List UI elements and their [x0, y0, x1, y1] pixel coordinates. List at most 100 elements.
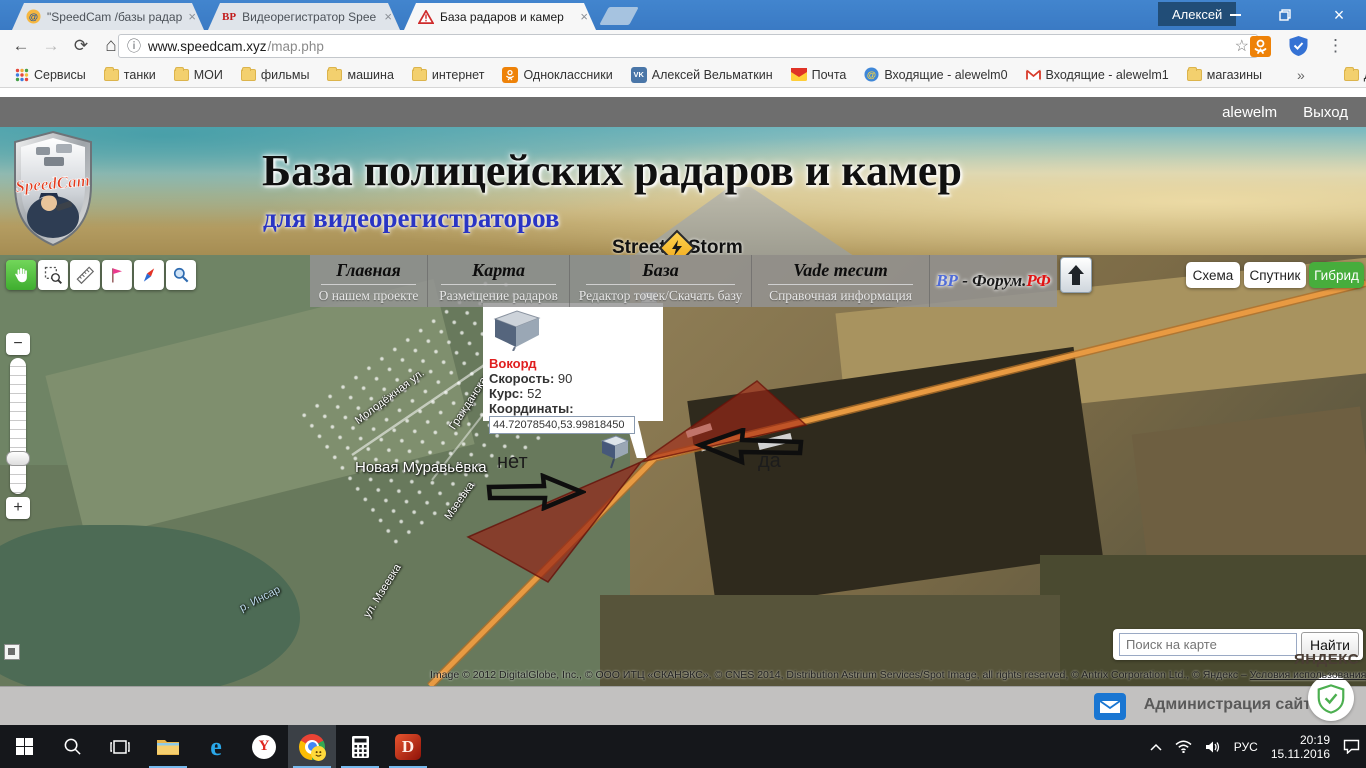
map-search-input[interactable]: [1119, 633, 1297, 656]
bookmark-apps[interactable]: Сервисы: [8, 68, 93, 82]
apps-grid-icon: [15, 68, 29, 82]
menu-item-forum[interactable]: ВР - Форум.РФ: [930, 255, 1057, 307]
folder-icon: [1344, 69, 1359, 81]
bookmark-folder-tanki[interactable]: танки: [97, 68, 163, 82]
yandex-logo[interactable]: ЯНДЕКС: [1294, 651, 1359, 668]
map-type-hybrid-button[interactable]: Гибрид: [1309, 262, 1364, 288]
bookmark-pochta[interactable]: Почта: [784, 68, 854, 82]
bookmark-folder-mashina[interactable]: машина: [320, 68, 400, 82]
username[interactable]: alewelm: [1222, 104, 1277, 121]
web-page: alewelm Выход SpeedCam База полицейских …: [0, 89, 1366, 725]
zoom-in-button[interactable]: +: [6, 497, 30, 519]
bookmark-label: Почта: [812, 68, 847, 82]
taskbar-clock[interactable]: 20:19 15.11.2016: [1271, 733, 1330, 761]
scroll-top-button[interactable]: [1060, 257, 1092, 293]
ok-icon: [502, 67, 518, 83]
browser-tab-2[interactable]: ВР Видеорегистратор Spee ×: [208, 3, 400, 30]
tab-title: Видеорегистратор Spee: [242, 10, 376, 24]
bookmark-folder-moi[interactable]: МОИ: [167, 68, 230, 82]
zoom-slider-handle[interactable]: [6, 451, 30, 466]
browser-tab-3-active[interactable]: База радаров и камер ×: [404, 3, 596, 30]
window-restore-button[interactable]: [1262, 0, 1308, 30]
other-bookmarks[interactable]: Другие закладки: [1337, 68, 1366, 82]
browser-tab-1[interactable]: @ "SpeedCam /базы радар ×: [12, 3, 204, 30]
window-minimize-button[interactable]: [1212, 0, 1258, 30]
bookmark-label: МОИ: [194, 68, 223, 82]
site-subtitle: для видеорегистраторов: [263, 203, 560, 234]
menu-item-karta[interactable]: Карта Размещение радаров: [428, 255, 570, 307]
menu-title: Vade mecum: [752, 260, 929, 281]
start-button[interactable]: [0, 725, 48, 768]
address-bar[interactable]: ⓘ www.speedcam.xyz/map.php ☆: [118, 34, 1258, 58]
taskbar-search-button[interactable]: [48, 725, 96, 768]
search-tool-button[interactable]: [166, 260, 196, 290]
minimap-toggle[interactable]: [4, 644, 20, 660]
window-close-button[interactable]: ×: [1316, 0, 1362, 30]
logout-link[interactable]: Выход: [1303, 104, 1348, 121]
bookmark-label: Входящие - alewelm0: [884, 68, 1007, 82]
annotation-net: нет: [497, 451, 528, 474]
page-info-icon[interactable]: ⓘ: [127, 36, 141, 56]
shield-extension-icon[interactable]: [1286, 34, 1310, 58]
back-icon[interactable]: ←: [6, 36, 36, 56]
map-canvas[interactable]: Новая Муравьёвка Молодёжная ул. Гражданс…: [0, 255, 1366, 686]
mail-envelope-icon[interactable]: [1094, 693, 1126, 720]
bookmark-label: Входящие - alewelm1: [1046, 68, 1169, 82]
file-explorer-button[interactable]: [144, 725, 192, 768]
edge-button[interactable]: e: [192, 725, 240, 768]
task-view-button[interactable]: [96, 725, 144, 768]
compass-tool-button[interactable]: [134, 260, 164, 290]
calculator-button[interactable]: [336, 725, 384, 768]
media-player-button[interactable]: D: [384, 725, 432, 768]
keyboard-language[interactable]: РУС: [1234, 740, 1258, 754]
bookmark-folder-internet[interactable]: интернет: [405, 68, 492, 82]
menu-subtitle: Справочная информация: [752, 288, 929, 304]
bookmark-label: Алексей Вельматкин: [652, 68, 773, 82]
menu-subtitle: Редактор точек/Скачать базу: [570, 288, 751, 304]
bookmark-star-icon[interactable]: ☆: [1235, 36, 1249, 56]
volume-icon[interactable]: [1205, 740, 1221, 754]
radar-marker-icon[interactable]: [598, 433, 632, 469]
admin-contact-link[interactable]: Администрация сайта: [1144, 696, 1320, 714]
bookmarks-overflow-chevron[interactable]: »: [1297, 67, 1305, 83]
bookmark-inbox-mailru[interactable]: @ Входящие - alewelm0: [857, 67, 1014, 82]
radar-course: Курс: 52: [489, 386, 657, 401]
bookmark-label: фильмы: [261, 68, 310, 82]
site-title: База полицейских радаров и камер: [262, 145, 962, 196]
bookmark-vk[interactable]: VK Алексей Вельматкин: [624, 67, 780, 83]
map-type-scheme-button[interactable]: Схема: [1186, 262, 1240, 288]
windows-taskbar: e Y D РУС 20:19 15.11.2016: [0, 725, 1366, 768]
zoom-select-tool-button[interactable]: [38, 260, 68, 290]
forward-icon[interactable]: →: [36, 36, 66, 56]
bookmark-folder-magaziny[interactable]: магазины: [1180, 68, 1269, 82]
ok-extension-icon[interactable]: [1248, 34, 1272, 58]
hidden-icons-chevron[interactable]: [1150, 743, 1162, 751]
chrome-button-active[interactable]: [288, 725, 336, 768]
radar-name[interactable]: Вокорд: [489, 356, 657, 371]
action-center-icon[interactable]: [1343, 739, 1360, 754]
yandex-browser-button[interactable]: Y: [240, 725, 288, 768]
menu-item-vademecum[interactable]: Vade mecum Справочная информация: [752, 255, 930, 307]
ruler-tool-button[interactable]: [70, 260, 100, 290]
zoom-out-button[interactable]: −: [6, 333, 30, 355]
tab-close-icon[interactable]: ×: [188, 9, 196, 24]
map-attribution: Image © 2012 DigitalGlobe, Inc., © ООО И…: [430, 669, 1362, 681]
network-wifi-icon[interactable]: [1175, 740, 1192, 753]
bookmark-odnoklassniki[interactable]: Одноклассники: [495, 67, 619, 83]
bookmark-folder-filmy[interactable]: фильмы: [234, 68, 317, 82]
menu-item-glavnaya[interactable]: Главная О нашем проекте: [310, 255, 428, 307]
arrow-left-icon: [692, 428, 804, 466]
flag-tool-button[interactable]: [102, 260, 132, 290]
new-tab-button[interactable]: [599, 7, 639, 25]
tab-close-icon[interactable]: ×: [580, 9, 588, 24]
coordinates-input[interactable]: [489, 416, 635, 434]
map-type-satellite-button[interactable]: Спутник: [1244, 262, 1306, 288]
bookmark-inbox-gmail[interactable]: Входящие - alewelm1: [1019, 68, 1176, 82]
tab-close-icon[interactable]: ×: [384, 9, 392, 24]
zoom-slider-track[interactable]: [10, 358, 26, 494]
chrome-menu-icon[interactable]: ⋮: [1327, 36, 1344, 56]
pan-tool-button[interactable]: [6, 260, 36, 290]
menu-item-baza[interactable]: База Редактор точек/Скачать базу: [570, 255, 752, 307]
reload-icon[interactable]: ⟳: [66, 36, 96, 56]
terms-link[interactable]: Условия использования: [1250, 669, 1366, 681]
